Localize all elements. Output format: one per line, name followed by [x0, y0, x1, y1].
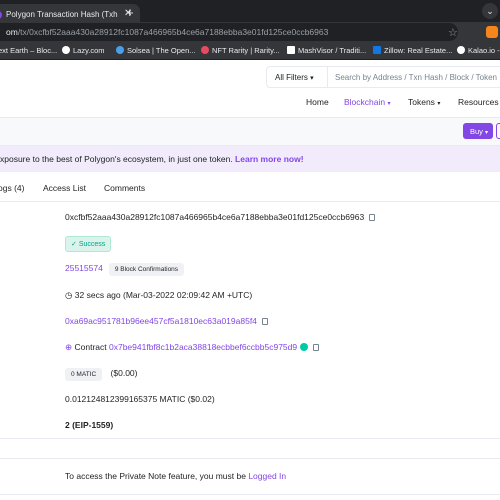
bookmark-item[interactable]: Solsea | The Open...	[116, 46, 196, 55]
nav-resources[interactable]: Resources	[458, 97, 499, 107]
private-note-text: To access the Private Note feature, you …	[65, 471, 246, 481]
url-path: /tx/0xcfbf52aaa430a28912fc1087a466965b4c…	[17, 27, 329, 37]
mashvisor-icon	[287, 46, 295, 54]
clock-icon: ◷	[65, 290, 73, 300]
site-header: All Filters ▾ Search by Address / Txn Ha…	[0, 60, 500, 118]
divider	[0, 438, 500, 439]
tab-access-list[interactable]: Access List	[43, 183, 86, 193]
status-row: ✓ Success	[65, 236, 112, 252]
banner-text: xposure to the best of Polygon's ecosyst…	[0, 154, 233, 164]
copy-icon[interactable]	[313, 344, 320, 351]
txn-type-row: 2 (EIP-1559)	[65, 420, 113, 430]
block-number-link[interactable]: 25515574	[65, 263, 103, 273]
check-circle-icon: ✓	[71, 241, 77, 248]
metamask-extension-icon[interactable]	[486, 26, 498, 38]
bookmark-item[interactable]: Zillow: Real Estate...	[373, 46, 452, 55]
rarity-icon	[201, 46, 209, 54]
txn-type-value: 2 (EIP-1559)	[65, 420, 114, 430]
copy-icon[interactable]	[369, 214, 376, 221]
private-note-row: To access the Private Note feature, you …	[65, 471, 286, 481]
transaction-tabs: ogs (4) Access List Comments	[0, 172, 500, 202]
to-contract-link[interactable]: 0x7be941fbf8c1b2aca38818ecbbef6ccbb5c975…	[109, 342, 297, 352]
address-bar[interactable]: om/tx/0xcfbf52aaa430a28912fc1087a466965b…	[0, 23, 458, 41]
polygonscan-page: All Filters ▾ Search by Address / Txn Ha…	[0, 60, 500, 500]
url-domain: om	[6, 27, 18, 37]
logged-in-link[interactable]: Logged In	[248, 471, 286, 481]
value-usd: ($0.00)	[110, 368, 138, 378]
address-bar-area: om/tx/0xcfbf52aaa430a28912fc1087a466965b…	[0, 22, 500, 42]
from-row: 0xa69ac951781b96ee457cf5a1810ec63a019a85…	[65, 316, 268, 326]
tx-hash-row: 0xcfbf52aaa430a28912fc1087a466965b4ce6a7…	[65, 212, 376, 222]
value-badge: 0 MATIC	[65, 368, 103, 381]
chevron-down-icon: ▾	[310, 75, 314, 82]
nav-tokens[interactable]: Tokens ▾	[408, 97, 440, 107]
kalao-icon	[457, 46, 465, 54]
bookmark-item[interactable]: NFT Rarity | Rarity...	[201, 46, 280, 55]
timestamp-row: ◷ 32 secs ago (Mar-03-2022 02:09:42 AM +…	[65, 290, 252, 301]
bookmark-item[interactable]: MashVisor / Traditi...	[287, 46, 366, 55]
to-row: ⊕ Contract 0x7be941fbf8c1b2aca38818ecbbe…	[65, 342, 320, 353]
fee-value: 0.012124812399165375 MATIC ($0.02)	[65, 394, 215, 404]
bookmark-item[interactable]: Lazy.com	[62, 46, 105, 55]
nav-home[interactable]: Home	[306, 97, 329, 107]
buy-button[interactable]: Buy ▾	[463, 123, 493, 139]
block-confirmations-badge: 9 Block Confirmations	[108, 263, 185, 276]
sub-header-bar	[0, 118, 500, 146]
bookmark-item[interactable]: ext Earth – Bloc...	[0, 46, 57, 55]
status-badge: ✓ Success	[65, 236, 112, 252]
value-row: 0 MATIC ($0.00)	[65, 368, 137, 381]
divider	[0, 494, 500, 495]
all-filters-dropdown[interactable]: All Filters ▾	[266, 66, 328, 88]
divider	[0, 458, 500, 459]
promo-banner: xposure to the best of Polygon's ecosyst…	[0, 146, 500, 172]
fee-row: 0.012124812399165375 MATIC ($0.02)	[65, 394, 215, 404]
tab-comments[interactable]: Comments	[104, 183, 145, 193]
polygon-favicon-icon	[0, 11, 2, 19]
copy-icon[interactable]	[261, 318, 268, 325]
verified-icon	[300, 343, 309, 351]
bookmark-star-icon[interactable]: ☆	[448, 26, 458, 39]
tab-search-icon[interactable]: ⌄	[482, 3, 498, 19]
solsea-icon	[116, 46, 124, 54]
tab-logs[interactable]: ogs (4)	[0, 183, 24, 193]
bookmarks-bar: ext Earth – Bloc... Lazy.com Solsea | Th…	[0, 42, 500, 60]
contract-icon: ⊕	[65, 342, 73, 352]
search-input[interactable]: Search by Address / Txn Hash / Block / T…	[327, 66, 500, 88]
block-row: 25515574 9 Block Confirmations	[65, 263, 185, 276]
tx-hash-value: 0xcfbf52aaa430a28912fc1087a466965b4ce6a7…	[65, 212, 365, 222]
tab-title: Polygon Transaction Hash (Txh	[6, 10, 118, 19]
timestamp-value: 32 secs ago (Mar-03-2022 02:09:42 AM +UT…	[74, 290, 253, 300]
to-prefix: Contract	[74, 342, 107, 352]
lazy-icon	[62, 46, 70, 54]
from-address-link[interactable]: 0xa69ac951781b96ee457cf5a1810ec63a019a85…	[65, 316, 257, 326]
bookmark-item[interactable]: Kalao.io -	[457, 46, 500, 55]
new-tab-button[interactable]: +	[126, 5, 134, 20]
learn-more-link[interactable]: Learn more now!	[235, 154, 303, 164]
buy-extra-button[interactable]	[496, 123, 500, 139]
nav-blockchain[interactable]: Blockchain ▾	[344, 97, 391, 107]
zillow-icon	[373, 46, 381, 54]
